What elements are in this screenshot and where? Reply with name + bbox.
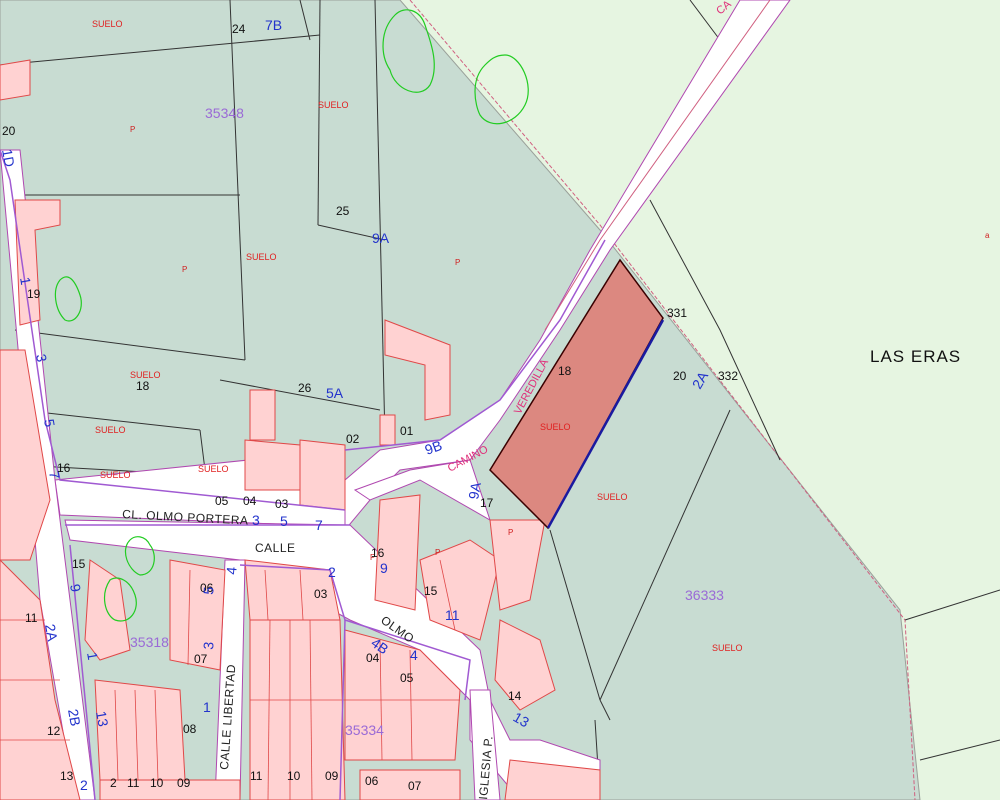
p-mark-3: P	[455, 258, 460, 267]
num-4b: 4	[410, 647, 418, 663]
suelo-6: SUELO	[100, 470, 131, 480]
num-13b: 13	[60, 769, 74, 783]
num-14: 14	[508, 689, 522, 703]
num-05: 05	[215, 494, 229, 508]
suelo-10: SUELO	[712, 643, 743, 653]
num-4: 4	[223, 566, 240, 575]
num-7B: 7B	[265, 17, 282, 33]
num-5c: 5	[200, 586, 217, 595]
num-331: 331	[667, 306, 687, 320]
num-02: 02	[346, 432, 360, 446]
num-11b: 11	[445, 607, 460, 623]
num-332: 332	[718, 369, 738, 383]
num-1D: 1D	[0, 148, 18, 168]
num-16b: 16	[371, 546, 385, 560]
num-18b: 18	[558, 364, 572, 378]
num-07: 07	[194, 652, 208, 666]
num-2Aa: 2A	[42, 623, 61, 643]
num-12: 12	[47, 724, 61, 738]
suelo-8: SUELO	[540, 422, 571, 432]
block-35318-label: 35318	[130, 634, 169, 650]
num-9A: 9A	[372, 230, 390, 246]
num-15b: 15	[424, 584, 438, 598]
cadastral-map[interactable]: LAS ERAS CL. OLMO PORTERA CALLE OLMO CAL…	[0, 0, 1000, 800]
num-16a: 16	[57, 461, 71, 475]
num-20b: 20	[673, 369, 687, 383]
corner-mark: a	[985, 231, 990, 240]
num-25: 25	[336, 204, 350, 218]
num-11c: 11	[127, 776, 140, 790]
num-15a: 15	[72, 557, 86, 571]
num-08: 08	[183, 722, 197, 736]
num-26: 26	[298, 381, 312, 395]
num-3c: 3	[200, 641, 217, 650]
num-03b: 03	[314, 587, 328, 601]
num-04b: 04	[366, 651, 380, 665]
suelo-5: SUELO	[95, 425, 126, 435]
suelo-1: SUELO	[92, 19, 123, 29]
num-11d: 11	[250, 769, 263, 783]
num-3b: 3	[252, 512, 260, 528]
num-2b: 2	[80, 777, 88, 793]
num-9Aa: 9A	[465, 480, 484, 500]
num-05b: 05	[400, 671, 414, 685]
suelo-2: SUELO	[318, 100, 349, 110]
field-boundary-2	[919, 739, 1000, 761]
p-mark-5: P	[435, 548, 440, 557]
num-06b: 06	[365, 774, 379, 788]
num-2: 2	[328, 564, 336, 580]
map-canvas: LAS ERAS CL. OLMO PORTERA CALLE OLMO CAL…	[0, 0, 1000, 800]
street-calle-label: CALLE	[255, 541, 296, 555]
suelo-9: SUELO	[597, 492, 628, 502]
block-35348-label: 35348	[205, 105, 244, 121]
num-18a: 18	[136, 379, 150, 393]
num-5b: 5	[280, 513, 288, 529]
num-9b: 9	[380, 560, 388, 576]
suelo-7: SUELO	[198, 464, 229, 474]
area-name-label: LAS ERAS	[870, 347, 961, 366]
num-1c: 1	[203, 699, 211, 715]
num-2c: 2	[110, 776, 117, 790]
num-19: 19	[27, 287, 41, 301]
block-36333-label: 36333	[685, 587, 724, 603]
num-09: 09	[177, 776, 191, 790]
num-04: 04	[243, 494, 257, 508]
num-03: 03	[275, 497, 289, 511]
suelo-3: SUELO	[246, 252, 277, 262]
num-10b: 10	[287, 769, 301, 783]
num-24: 24	[232, 22, 246, 36]
num-09b: 09	[325, 769, 339, 783]
num-07b: 07	[408, 779, 422, 793]
p-mark-1: P	[130, 125, 135, 134]
num-2B: 2B	[65, 708, 84, 728]
num-5A: 5A	[326, 385, 344, 401]
num-10: 10	[150, 776, 164, 790]
num-11a: 11	[25, 611, 38, 625]
num-7b: 7	[315, 517, 323, 533]
field-boundary	[904, 589, 1000, 621]
num-13blue: 13	[93, 710, 111, 728]
num-01: 01	[400, 424, 414, 438]
p-mark-2: P	[182, 265, 187, 274]
p-mark-4: P	[508, 528, 513, 537]
block-35334-label: 35334	[345, 722, 384, 738]
num-20a: 20	[2, 124, 16, 138]
num-17: 17	[480, 496, 494, 510]
